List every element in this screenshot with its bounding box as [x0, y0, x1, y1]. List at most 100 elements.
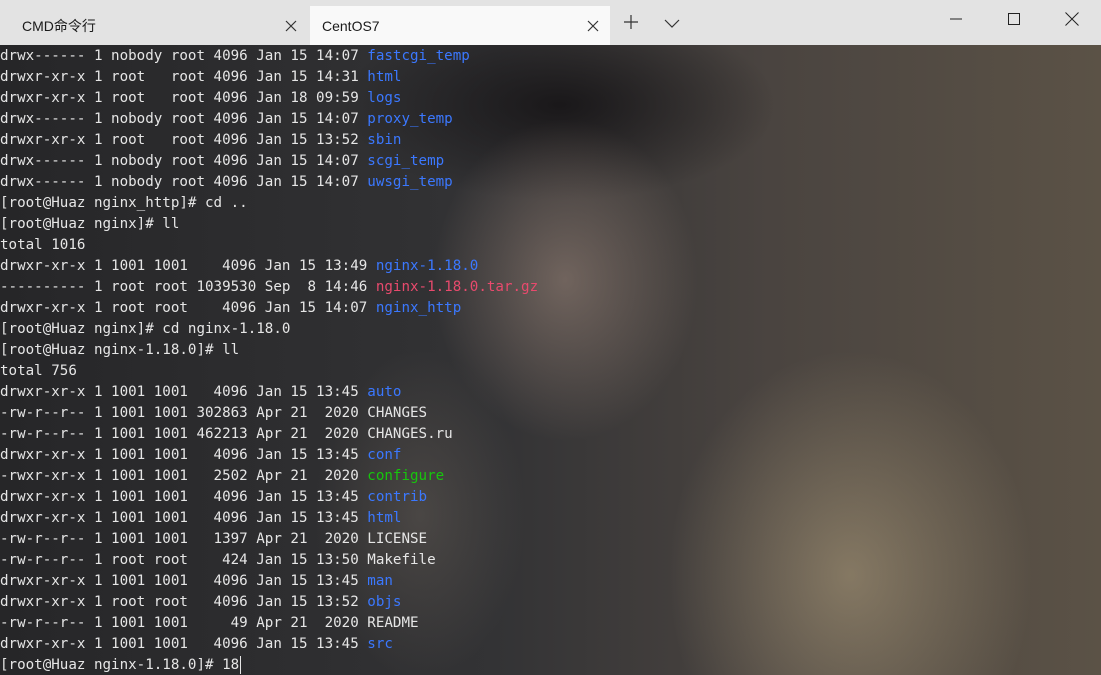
maximize-icon — [1008, 12, 1020, 30]
tab-label: CMD命令行 — [22, 17, 96, 34]
file-name: html — [367, 510, 402, 526]
minimize-icon — [950, 12, 962, 30]
terminal-line: [root@Huaz nginx_http]# cd .. — [0, 193, 248, 214]
file-name: fastcgi_temp — [367, 48, 470, 64]
file-name: nginx_http — [375, 300, 462, 316]
line-text: -rw-r--r-- 1 1001 1001 462213 Apr 21 202… — [0, 426, 368, 442]
file-name: contrib — [367, 489, 428, 505]
file-name: configure — [367, 468, 445, 484]
terminal-line: total 756 — [0, 361, 77, 382]
terminal-line: [root@Huaz nginx-1.18.0]# ll — [0, 340, 239, 361]
terminal-output[interactable]: drwx------ 1 nobody root 4096 Jan 15 14:… — [0, 45, 1101, 675]
text-cursor — [240, 656, 242, 674]
tab-label: CentOS7 — [322, 17, 380, 34]
terminal-line: drwxr-xr-x 1 root root 4096 Jan 15 13:52… — [0, 130, 401, 151]
terminal-line: [root@Huaz nginx]# cd nginx-1.18.0 — [0, 319, 290, 340]
line-text: drwxr-xr-x 1 1001 1001 4096 Jan 15 13:45 — [0, 510, 368, 526]
file-name: scgi_temp — [367, 153, 445, 169]
line-text: drwx------ 1 nobody root 4096 Jan 15 14:… — [0, 111, 368, 127]
line-text: -rw-r--r-- 1 1001 1001 1397 Apr 21 2020 — [0, 531, 368, 547]
line-text: [root@Huaz nginx]# cd nginx-1.18.0 — [0, 321, 291, 337]
terminal-line: drwxr-xr-x 1 root root 4096 Jan 15 13:52… — [0, 592, 401, 613]
file-name: LICENSE — [367, 531, 428, 547]
terminal-line: drwxr-xr-x 1 1001 1001 4096 Jan 15 13:45… — [0, 571, 393, 592]
new-tab-button[interactable] — [610, 6, 652, 42]
line-text: drwxr-xr-x 1 root root 4096 Jan 15 14:07 — [0, 300, 376, 316]
terminal-line: drwx------ 1 nobody root 4096 Jan 15 14:… — [0, 151, 444, 172]
terminal-line: drwx------ 1 nobody root 4096 Jan 15 14:… — [0, 172, 453, 193]
close-icon[interactable] — [576, 6, 610, 45]
file-name: nginx-1.18.0.tar.gz — [375, 279, 539, 295]
file-name: CHANGES — [367, 405, 428, 421]
line-text: drwxr-xr-x 1 root root 4096 Jan 15 13:52 — [0, 594, 368, 610]
terminal-line: drwxr-xr-x 1 1001 1001 4096 Jan 15 13:45… — [0, 508, 401, 529]
file-name: uwsgi_temp — [367, 174, 453, 190]
file-name: conf — [367, 447, 402, 463]
terminal-line: drwxr-xr-x 1 1001 1001 4096 Jan 15 13:45… — [0, 634, 393, 655]
line-text: [root@Huaz nginx-1.18.0]# ll — [0, 342, 240, 358]
line-text: drwxr-xr-x 1 root root 4096 Jan 15 14:31 — [0, 69, 368, 85]
terminal-line: -rwxr-xr-x 1 1001 1001 2502 Apr 21 2020 … — [0, 466, 444, 487]
title-bar[interactable]: CMD命令行 CentOS7 — [0, 0, 1101, 45]
line-text: drwxr-xr-x 1 1001 1001 4096 Jan 15 13:45 — [0, 489, 368, 505]
line-text: drwx------ 1 nobody root 4096 Jan 15 14:… — [0, 174, 368, 190]
command-prompt-line[interactable]: [root@Huaz nginx-1.18.0]# 18 — [0, 655, 242, 675]
tab-cmd[interactable]: CMD命令行 — [10, 6, 308, 45]
terminal-line: drwxr-xr-x 1 1001 1001 4096 Jan 15 13:45… — [0, 382, 401, 403]
file-name: Makefile — [367, 552, 436, 568]
line-text: drwxr-xr-x 1 1001 1001 4096 Jan 15 13:45 — [0, 447, 368, 463]
tab-centos7[interactable]: CentOS7 — [310, 6, 610, 45]
line-text: drwxr-xr-x 1 1001 1001 4096 Jan 15 13:45 — [0, 636, 368, 652]
tab-dropdown-button[interactable] — [651, 6, 693, 42]
terminal-line: drwxr-xr-x 1 root root 4096 Jan 15 14:07… — [0, 298, 461, 319]
file-name: logs — [367, 90, 402, 106]
close-icon[interactable] — [274, 6, 308, 45]
line-text: [root@Huaz nginx-1.18.0]# 18 — [0, 657, 240, 673]
file-name: sbin — [367, 132, 402, 148]
file-name: CHANGES.ru — [367, 426, 453, 442]
terminal-window: CMD命令行 CentOS7 drwx------ 1 nobody root … — [0, 0, 1101, 675]
terminal-line: ---------- 1 root root 1039530 Sep 8 14:… — [0, 277, 538, 298]
line-text: [root@Huaz nginx_http]# cd .. — [0, 195, 248, 211]
terminal-line: total 1016 — [0, 235, 85, 256]
line-text: drwxr-xr-x 1 1001 1001 4096 Jan 15 13:45 — [0, 384, 368, 400]
line-text: ---------- 1 root root 1039530 Sep 8 14:… — [0, 279, 376, 295]
file-name: src — [367, 636, 393, 652]
line-text: [root@Huaz nginx]# ll — [0, 216, 180, 232]
terminal-line: -rw-r--r-- 1 root root 424 Jan 15 13:50 … — [0, 550, 436, 571]
line-text: drwx------ 1 nobody root 4096 Jan 15 14:… — [0, 48, 368, 64]
terminal-line: -rw-r--r-- 1 1001 1001 302863 Apr 21 202… — [0, 403, 427, 424]
file-name: auto — [367, 384, 402, 400]
line-text: -rwxr-xr-x 1 1001 1001 2502 Apr 21 2020 — [0, 468, 368, 484]
close-icon — [1065, 11, 1079, 31]
terminal-line: drwxr-xr-x 1 1001 1001 4096 Jan 15 13:45… — [0, 445, 401, 466]
file-name: nginx-1.18.0 — [375, 258, 479, 274]
line-text: drwxr-xr-x 1 root root 4096 Jan 18 09:59 — [0, 90, 368, 106]
close-window-button[interactable] — [1043, 0, 1101, 42]
chevron-down-icon — [664, 15, 680, 33]
minimize-button[interactable] — [927, 0, 985, 42]
terminal-line: drwxr-xr-x 1 1001 1001 4096 Jan 15 13:45… — [0, 487, 427, 508]
line-text: total 1016 — [0, 237, 86, 253]
terminal-line: drwxr-xr-x 1 root root 4096 Jan 18 09:59… — [0, 88, 401, 109]
plus-icon — [623, 14, 639, 35]
file-name: html — [367, 69, 402, 85]
maximize-button[interactable] — [985, 0, 1043, 42]
file-name: README — [367, 615, 419, 631]
terminal-line: drwx------ 1 nobody root 4096 Jan 15 14:… — [0, 46, 470, 67]
line-text: -rw-r--r-- 1 1001 1001 302863 Apr 21 202… — [0, 405, 368, 421]
terminal-line: -rw-r--r-- 1 1001 1001 462213 Apr 21 202… — [0, 424, 453, 445]
line-text: drwxr-xr-x 1 1001 1001 4096 Jan 15 13:49 — [0, 258, 376, 274]
line-text: drwxr-xr-x 1 root root 4096 Jan 15 13:52 — [0, 132, 368, 148]
line-text: total 756 — [0, 363, 77, 379]
file-name: objs — [367, 594, 402, 610]
terminal-line: [root@Huaz nginx]# ll — [0, 214, 179, 235]
file-name: man — [367, 573, 393, 589]
line-text: -rw-r--r-- 1 root root 424 Jan 15 13:50 — [0, 552, 368, 568]
terminal-line: drwxr-xr-x 1 1001 1001 4096 Jan 15 13:49… — [0, 256, 478, 277]
terminal-line: drwxr-xr-x 1 root root 4096 Jan 15 14:31… — [0, 67, 401, 88]
line-text: -rw-r--r-- 1 1001 1001 49 Apr 21 2020 — [0, 615, 368, 631]
line-text: drwxr-xr-x 1 1001 1001 4096 Jan 15 13:45 — [0, 573, 368, 589]
file-name: proxy_temp — [367, 111, 453, 127]
terminal-line: drwx------ 1 nobody root 4096 Jan 15 14:… — [0, 109, 453, 130]
